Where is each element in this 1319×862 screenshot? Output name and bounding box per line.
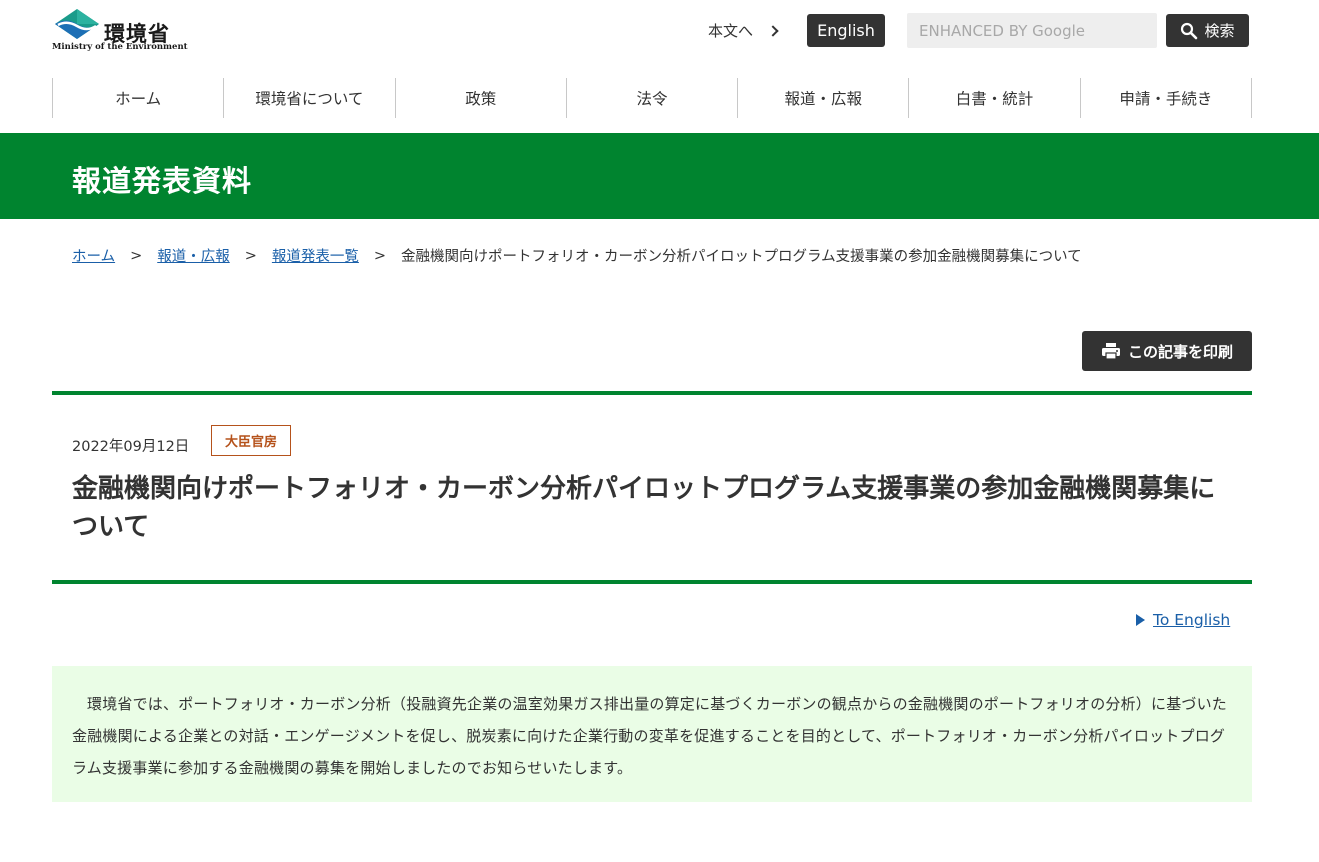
search-input[interactable] [907, 13, 1157, 48]
nav-item-laws[interactable]: 法令 [565, 78, 737, 118]
search-button-label: 検索 [1204, 22, 1235, 40]
article-date: 2022年09月12日 [72, 439, 190, 455]
chevron-right-icon [767, 24, 779, 37]
site-logo[interactable]: 環境省 Ministry of the Environment [52, 8, 188, 54]
nav-item-applications[interactable]: 申請・手続き [1079, 78, 1252, 118]
nav-item-press[interactable]: 報道・広報 [737, 78, 908, 118]
search-icon [1181, 22, 1198, 39]
nav-item-home[interactable]: ホーム [52, 78, 223, 118]
triangle-right-icon [1136, 614, 1145, 626]
breadcrumb: ホーム > 報道・広報 > 報道発表一覧 > 金融機関向けポートフォリオ・カーボ… [72, 245, 1082, 266]
english-button[interactable]: English [807, 14, 885, 47]
skip-link-label: 本文へ [708, 22, 754, 40]
article-title: 金融機関向けポートフォリオ・カーボン分析パイロットプログラム支援事業の参加金融機… [72, 474, 1216, 542]
logo-subtitle: Ministry of the Environment [52, 42, 188, 52]
nav-item-policy[interactable]: 政策 [394, 78, 566, 118]
breadcrumb-current: 金融機関向けポートフォリオ・カーボン分析パイロットプログラム支援事業の参加金融機… [401, 249, 1082, 265]
summary-text: 環境省では、ポートフォリオ・カーボン分析（投融資先企業の温室効果ガス排出量の算定… [72, 695, 1228, 777]
print-button[interactable]: この記事を印刷 [1082, 331, 1252, 371]
page-title-band: 報道発表資料 [0, 133, 1319, 219]
global-nav: ホーム 環境省について 政策 法令 報道・広報 白書・統計 申請・手続き [52, 78, 1252, 118]
printer-icon [1101, 343, 1120, 360]
to-english-link[interactable]: To English [1153, 611, 1230, 629]
to-english-link-wrap: To English [1136, 611, 1230, 629]
breadcrumb-press[interactable]: 報道・広報 [157, 245, 230, 266]
summary-box: 環境省では、ポートフォリオ・カーボン分析（投融資先企業の温室効果ガス排出量の算定… [52, 666, 1252, 802]
breadcrumb-press-list[interactable]: 報道発表一覧 [272, 245, 359, 266]
breadcrumb-separator: > [373, 247, 387, 264]
skip-to-content-link[interactable]: 本文へ [708, 20, 779, 41]
search-button[interactable]: 検索 [1166, 14, 1249, 47]
page-title: 報道発表資料 [72, 164, 253, 198]
breadcrumb-separator: > [130, 247, 143, 264]
print-button-label: この記事を印刷 [1127, 342, 1233, 361]
moe-logo-icon [55, 9, 99, 39]
article-top-rule [52, 391, 1252, 395]
breadcrumb-separator: > [244, 247, 257, 264]
nav-item-whitepaper[interactable]: 白書・統計 [908, 78, 1079, 118]
breadcrumb-home[interactable]: ホーム [72, 245, 115, 266]
category-tag: 大臣官房 [211, 425, 291, 456]
nav-item-about[interactable]: 環境省について [223, 78, 394, 118]
article-bottom-rule [52, 580, 1252, 584]
